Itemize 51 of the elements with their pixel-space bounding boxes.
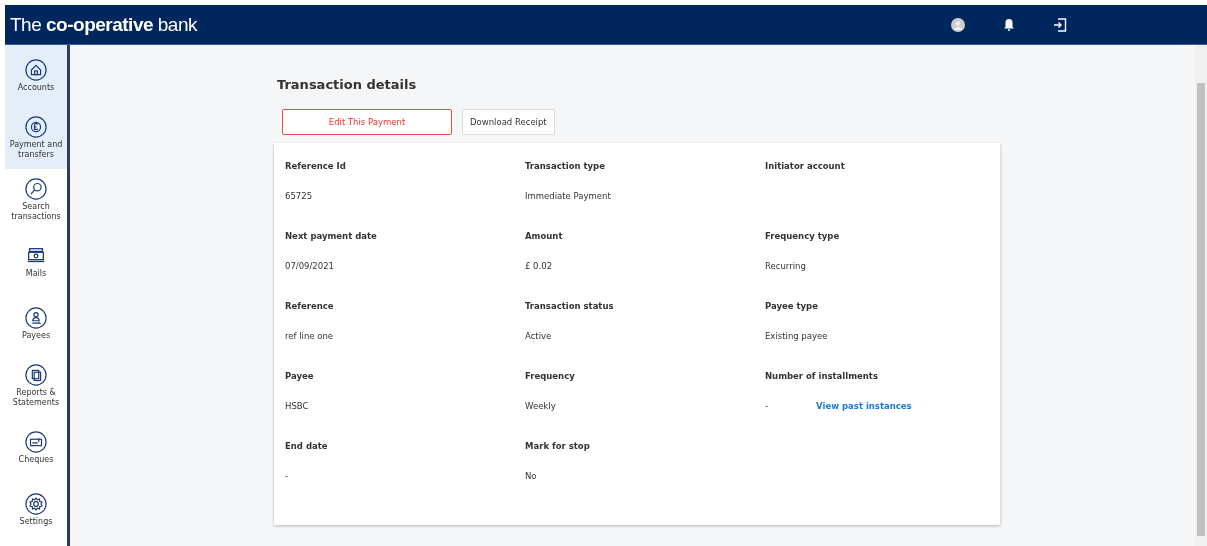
page-title: Transaction details [277, 77, 418, 92]
scrollbar[interactable] [1195, 45, 1207, 546]
field-value: Recurring [765, 261, 806, 271]
field-label: Transaction status [525, 301, 615, 311]
sidebar-item[interactable]: Mails [5, 231, 67, 293]
download-button[interactable]: Download Receipt [462, 109, 555, 135]
field-value: £ 0.02 [525, 261, 553, 271]
edit-button[interactable]: Edit This Payment [282, 109, 452, 135]
field-value: ref line one [285, 331, 334, 341]
field-value: Active [525, 331, 552, 341]
field-label: Frequency [525, 371, 576, 381]
sidebar-item[interactable]: Payment and transfers [5, 107, 67, 169]
search-icon [25, 178, 47, 201]
field-label: Initiator account [765, 161, 846, 171]
field-label: Reference [285, 301, 335, 311]
field-value: No [525, 471, 537, 481]
sidebar-item[interactable]: Settings [5, 479, 67, 541]
home-icon [25, 59, 47, 82]
field-label: Mark for stop [525, 441, 591, 451]
field-label: Amount [525, 231, 564, 241]
field-label: Frequency type [765, 231, 841, 241]
sidebar-item[interactable]: Payees [5, 293, 67, 355]
field-label: Transaction type [525, 161, 606, 171]
sidebar-item[interactable]: Cheques [5, 417, 67, 479]
field-label: Reference Id [285, 161, 347, 171]
sidebar-item[interactable]: Accounts [5, 45, 67, 107]
field-value: 65725 [285, 191, 313, 201]
sidebar-item[interactable]: Reports & Statements [5, 355, 67, 417]
field-value: - [285, 471, 289, 481]
documents-icon [25, 364, 47, 387]
coin-icon [25, 116, 47, 139]
field-value: Weekly [525, 401, 556, 411]
field-label: Payee type [765, 301, 819, 311]
settings-icon [25, 493, 47, 516]
field-value: HSBC [285, 401, 309, 411]
field-value: Immediate Payment [525, 191, 611, 201]
avatar-icon[interactable] [951, 17, 965, 32]
field-value: - [765, 401, 769, 411]
logout-icon[interactable] [1053, 17, 1067, 32]
cheque-icon [25, 431, 47, 454]
field-value: 07/09/2021 [285, 261, 334, 271]
payee-icon [25, 307, 47, 330]
past-instances-link[interactable]: View past instances [816, 401, 912, 411]
field-label: Number of installments [765, 371, 879, 381]
field-value: Existing payee [765, 331, 828, 341]
field-label: End date [285, 441, 329, 451]
bell-icon[interactable] [1003, 18, 1015, 31]
field-label: Payee [285, 371, 315, 381]
field-label: Next payment date [285, 231, 378, 241]
bank-logo[interactable]: The co-operative bank [5, 13, 197, 36]
sidebar-item[interactable]: Search transactions [5, 169, 67, 231]
